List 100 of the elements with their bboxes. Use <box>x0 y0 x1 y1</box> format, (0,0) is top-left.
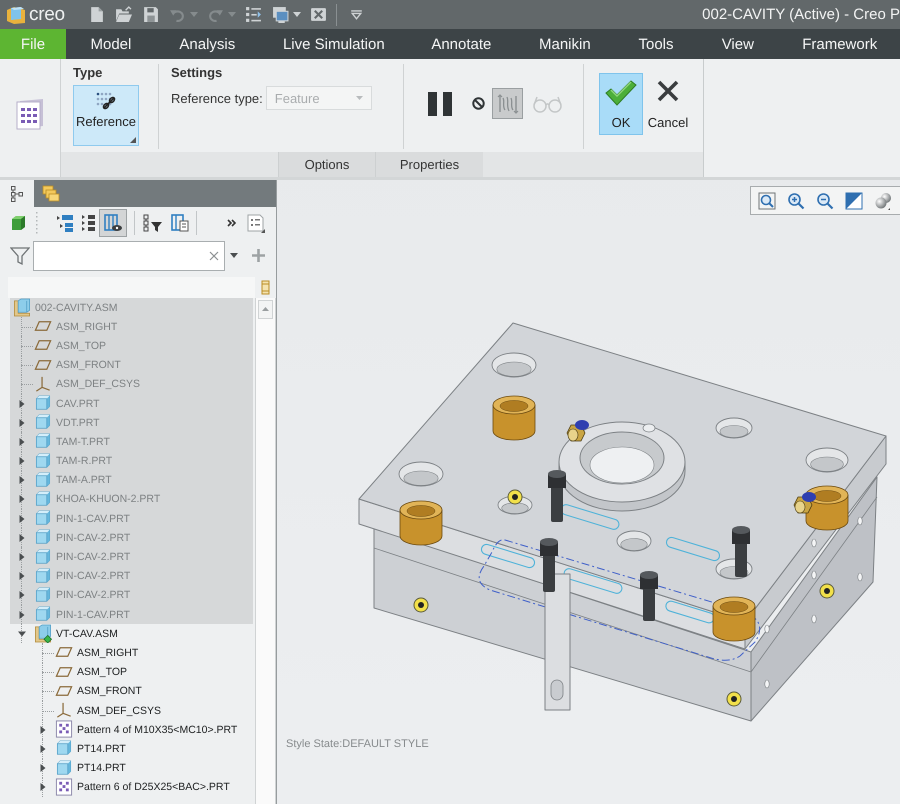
window-title: 002-CAVITY (Active) - Creo P <box>702 6 900 23</box>
expanded-arrow-icon[interactable] <box>18 630 26 638</box>
zoom-fit-icon[interactable] <box>758 192 776 210</box>
tree-nodes-icon <box>11 186 23 202</box>
clear-icon[interactable] <box>209 250 219 260</box>
panel-tab[interactable] <box>0 180 34 207</box>
tree-item-label: ASM_RIGHT <box>77 646 138 659</box>
zoom-in-icon[interactable] <box>787 192 805 210</box>
collapsed-arrow-icon[interactable] <box>18 438 26 446</box>
reference-icon <box>95 91 117 111</box>
menu-tab[interactable]: Framework <box>778 29 900 59</box>
menu-tab[interactable]: Model <box>66 29 155 59</box>
collapsed-arrow-icon[interactable] <box>18 495 26 504</box>
style-state-label: Style State:DEFAULT STYLE <box>286 738 429 750</box>
panel-tab[interactable]: Options <box>278 152 375 177</box>
menu-tab[interactable]: Manikin <box>514 29 614 59</box>
more-chevrons-icon[interactable] <box>227 219 237 227</box>
no-entry-icon[interactable] <box>472 97 485 110</box>
solid-cube-icon[interactable] <box>11 215 26 231</box>
tree-item-label: 002-CAVITY.ASM <box>35 302 118 314</box>
tree-item-label: ASM_FRONT <box>56 359 121 372</box>
checkmark-icon <box>605 80 637 106</box>
filter-field[interactable] <box>33 240 225 270</box>
menu-tab[interactable]: Analysis <box>154 29 258 59</box>
columns-eye-icon <box>104 214 122 232</box>
reference-button[interactable]: Reference <box>73 85 139 146</box>
tree-row[interactable]: ASM_TOP <box>10 662 253 682</box>
tree-row[interactable]: VT-CAV.ASM <box>10 624 253 644</box>
toggle-button[interactable] <box>99 209 127 237</box>
collapsed-arrow-icon[interactable] <box>18 553 26 562</box>
tree-item-label: PIN-CAV-2.PRT <box>56 589 130 602</box>
pattern-feature-icon <box>15 97 45 131</box>
tree-list-icon[interactable] <box>82 214 96 232</box>
tree-item-label: PT14.PRT <box>77 742 126 755</box>
preview-icon <box>496 92 518 114</box>
grip-icon[interactable] <box>35 212 38 234</box>
ok-button[interactable]: OK <box>599 73 643 135</box>
windows-icon[interactable] <box>272 6 289 23</box>
scrollbar[interactable] <box>255 298 276 804</box>
tree-row[interactable]: ASM_FRONT <box>10 682 253 701</box>
zoom-out-icon[interactable] <box>816 192 834 210</box>
tree-item-label: VDT.PRT <box>56 416 100 429</box>
corner-arrow-icon[interactable] <box>130 137 136 143</box>
collapsed-arrow-icon[interactable] <box>39 783 47 792</box>
tree-item-label: ASM_DEF_CSYS <box>56 378 140 390</box>
collapsed-arrow-icon[interactable] <box>18 534 26 542</box>
panel-tab[interactable]: Properties <box>375 152 483 177</box>
cancel-button[interactable]: Cancel <box>645 73 691 135</box>
tree-item-label: PIN-1-CAV.PRT <box>56 608 130 621</box>
collapsed-arrow-icon[interactable] <box>18 572 26 580</box>
folders-icon <box>42 185 60 202</box>
creo-logo-icon <box>6 4 26 24</box>
tree-expand-icon[interactable] <box>56 214 74 232</box>
menu-tab[interactable]: Live Simulation <box>258 29 407 59</box>
menu-tab[interactable]: Annotate <box>406 29 514 59</box>
tree-row[interactable]: PT14.PRT <box>10 758 253 778</box>
tree-item-label: ASM_TOP <box>56 340 106 352</box>
dropdown-caret-icon[interactable] <box>230 253 238 258</box>
collapsed-arrow-icon[interactable] <box>39 726 47 734</box>
save-icon[interactable] <box>142 6 159 23</box>
collapsed-arrow-icon[interactable] <box>18 457 26 466</box>
collapsed-arrow-icon[interactable] <box>18 610 26 619</box>
toggle-button[interactable] <box>492 88 523 119</box>
tree-item-label: PIN-1-CAV.PRT <box>56 512 130 525</box>
dropdown-caret-icon[interactable] <box>292 12 301 17</box>
collapsed-arrow-icon[interactable] <box>18 591 26 600</box>
group-title: Settings <box>171 65 224 81</box>
collapsed-arrow-icon[interactable] <box>18 514 26 523</box>
filter-funnel-icon[interactable] <box>10 246 30 266</box>
list-arrows-icon[interactable] <box>244 6 262 23</box>
tree-row[interactable]: Pattern 6 of D25X25<BAC>.PRT <box>10 778 253 797</box>
tree-row[interactable]: PT14.PRT <box>10 739 253 758</box>
list-settings-icon[interactable] <box>247 213 265 233</box>
tree-item-label: PIN-CAV-2.PRT <box>56 532 130 544</box>
tree-row[interactable]: ASM_RIGHT <box>10 643 253 663</box>
collapsed-arrow-icon[interactable] <box>39 764 47 772</box>
collapsed-arrow-icon[interactable] <box>18 400 26 408</box>
tree-item-label: Pattern 4 of M10X35<MC10>.PRT <box>77 724 238 736</box>
menu-tab[interactable]: View <box>697 29 778 59</box>
tree-item-label: TAM-A.PRT <box>56 474 112 486</box>
repaint-icon[interactable] <box>845 192 863 210</box>
tree-item-label: ASM_TOP <box>77 666 127 678</box>
tree-filter-icon[interactable] <box>143 214 163 232</box>
menu-tab[interactable]: Tools <box>614 29 698 59</box>
field-label: Reference type: <box>171 90 263 106</box>
columns-sheet-icon[interactable] <box>171 214 189 232</box>
tree-item-label: ASM_RIGHT <box>56 320 118 333</box>
column-header-icon[interactable] <box>261 280 270 295</box>
pattern-icon <box>55 720 73 740</box>
tree-row[interactable]: Pattern 4 of M10X35<MC10>.PRT <box>10 720 253 740</box>
pause-icon[interactable] <box>428 92 452 116</box>
shaded-spheres-icon[interactable] <box>874 192 892 210</box>
collapsed-arrow-icon[interactable] <box>18 476 26 484</box>
close-window-icon[interactable] <box>310 6 327 23</box>
collapsed-arrow-icon[interactable] <box>39 744 47 753</box>
tree-item-label: Pattern 6 of D25X25<BAC>.PRT <box>77 781 230 794</box>
tree-item-label: PT14.PRT <box>77 762 126 774</box>
collapsed-arrow-icon[interactable] <box>18 418 26 427</box>
open-folder-icon[interactable] <box>114 6 132 23</box>
tree-item-label: PIN-CAV-2.PRT <box>56 570 130 582</box>
